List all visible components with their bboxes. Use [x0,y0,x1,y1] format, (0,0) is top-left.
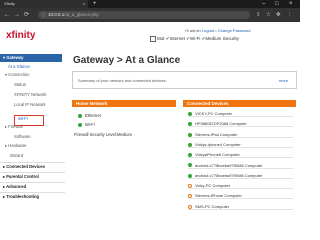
device-row[interactable]: Vicky-PC Computer [188,183,293,190]
status-dot-icon [188,163,192,168]
logout-link[interactable]: Logout [202,28,214,33]
device-label: android-c778bceba97f0086 Computer [195,172,263,178]
device-label: Vicky-PC Computer [195,183,231,189]
device-row[interactable]: Stevens-iPhone Computer [188,193,293,200]
sidebar-item-wizard[interactable]: Wizard [0,153,72,158]
status-dot-icon [78,113,82,118]
device-label: VickysiPhone6 Computer [195,152,240,158]
status-dot-icon [188,122,192,127]
change-password-link[interactable]: Change Password [218,28,251,33]
sidebar-item-at-a-glance[interactable]: At a Glance [0,64,70,69]
sidebar-item-status[interactable]: Status [0,82,76,87]
status-dot-icon [188,111,192,116]
device-label: SMS-PC Computer [195,203,230,209]
sidebar-item-connected-devices[interactable]: ▸ Connected Devices [0,162,65,169]
reload-icon[interactable]: ⟳ [24,11,29,19]
url-host: 10.0.0.1 [48,12,65,17]
extensions-icon[interactable]: ✥ [276,11,281,19]
sidebar-item-xfinity-network[interactable]: XFINITY Network [0,92,76,97]
device-row[interactable]: VickysiPhone6 Computer [188,152,293,159]
device-row[interactable]: SMS-PC Computer [188,204,293,210]
device-row[interactable]: HP388067DF2088 Computer [188,121,293,128]
row-label: Ethernet [85,113,101,118]
device-label: VICKY-PC Computer [195,111,233,116]
minimize-icon[interactable]: – [262,0,265,8]
url-field[interactable]: ⓘ 10.0.0.1/at_a_glance.php [38,11,250,19]
home-network-row: Ethernet [78,113,101,118]
info-icon[interactable]: ⓘ [41,11,46,19]
status-dot-icon [188,132,192,137]
share-icon[interactable]: ⇪ [256,11,261,19]
row-label: Wi-Fi [85,122,95,127]
page-title: Gateway > At a Glance [73,55,181,66]
status-dot-icon [188,184,192,189]
close-tab-icon[interactable]: × [83,0,85,8]
status-internet: Internet [169,36,185,42]
greeting: Hi admin [185,28,201,33]
device-row[interactable]: Stevens-iPad Computer [188,132,293,138]
browser-tab-bar: Xfinity × + – □ × [0,0,300,8]
sidebar-item-advanced[interactable]: ▸ Advanced [0,182,65,189]
device-row[interactable]: android-c778bceba97f0086 Computer [188,163,293,169]
sidebar-item-parental-control[interactable]: ▸ Parental Control [0,172,65,179]
status-mot: Mot [157,36,165,42]
firewall-level: Firewall Security Level:Medium [74,132,132,137]
page-content: xfinity Hi admin Logout • Change Passwor… [0,22,300,229]
xfinity-logo: xfinity [6,30,36,41]
status-dot-icon [188,194,192,199]
browser-tab[interactable]: Xfinity × [0,0,88,8]
menu-icon[interactable]: ⋮ [287,11,293,19]
device-row[interactable]: VICKY-PC Computer [188,111,293,117]
summary-text: Summary of your network and connected de… [78,78,167,83]
sidebar-item-software[interactable]: Software [0,134,76,139]
modem-icon [150,36,156,42]
device-label: Stevens-iPad Computer [195,131,238,137]
home-network-row: Wi-Fi [78,122,95,127]
new-tab-button[interactable]: + [93,0,97,8]
device-label: HP388067DF2088 Computer [195,121,247,127]
device-row[interactable]: Vickys-iphone4 Computer [188,142,293,148]
sidebar-item-gateway[interactable]: ▾ Gateway [0,54,62,62]
tab-title: Xfinity [4,1,15,6]
status-bar: Mot ✔Internet ✔Wi-Fi ✔Medium Security [150,36,239,42]
device-label: Stevens-iPhone Computer [195,193,242,199]
status-dot-icon [188,153,192,158]
sidebar-item-local-ip-network[interactable]: Local IP Network [0,102,76,107]
address-bar-row: ← → ⟳ ⓘ 10.0.0.1/at_a_glance.php ⇪ ☆ ✥ ⋮ [0,8,300,22]
status-dot-icon [188,173,192,178]
forward-icon[interactable]: → [14,11,20,19]
summary-more-link[interactable]: more [279,78,288,83]
user-links: Hi admin Logout • Change Password [185,28,251,33]
connected-devices-header: Connected Devices [183,100,296,107]
home-network-header: Home Network [72,100,176,107]
url-path: /at_a_glance.php [64,12,99,17]
bookmark-star-icon[interactable]: ☆ [266,11,271,19]
close-window-icon[interactable]: × [289,0,293,8]
sidebar: ▾ Gateway At a Glance ▾ Connection Statu… [0,52,65,229]
status-security: Medium Security [205,36,239,42]
device-row[interactable]: android-c778bceba97f0086 Computer [188,173,293,179]
wifi-highlight-box [14,115,44,126]
device-label: android-c778bceba97f0086 Computer [195,162,263,168]
status-dot-icon [188,142,192,147]
status-wifi: Wi-Fi [189,36,201,42]
sidebar-item-hardware[interactable]: ▸ Hardware [0,143,67,148]
status-dot-icon [78,122,82,127]
sidebar-item-troubleshooting[interactable]: ▸ Troubleshooting [0,192,65,199]
back-icon[interactable]: ← [4,11,10,19]
summary-panel: Summary of your network and connected de… [72,71,297,89]
device-label: Vickys-iphone4 Computer [195,141,241,147]
maximize-icon[interactable]: □ [275,0,279,8]
sidebar-item-connection[interactable]: ▾ Connection [0,72,67,77]
status-dot-icon [188,204,192,209]
